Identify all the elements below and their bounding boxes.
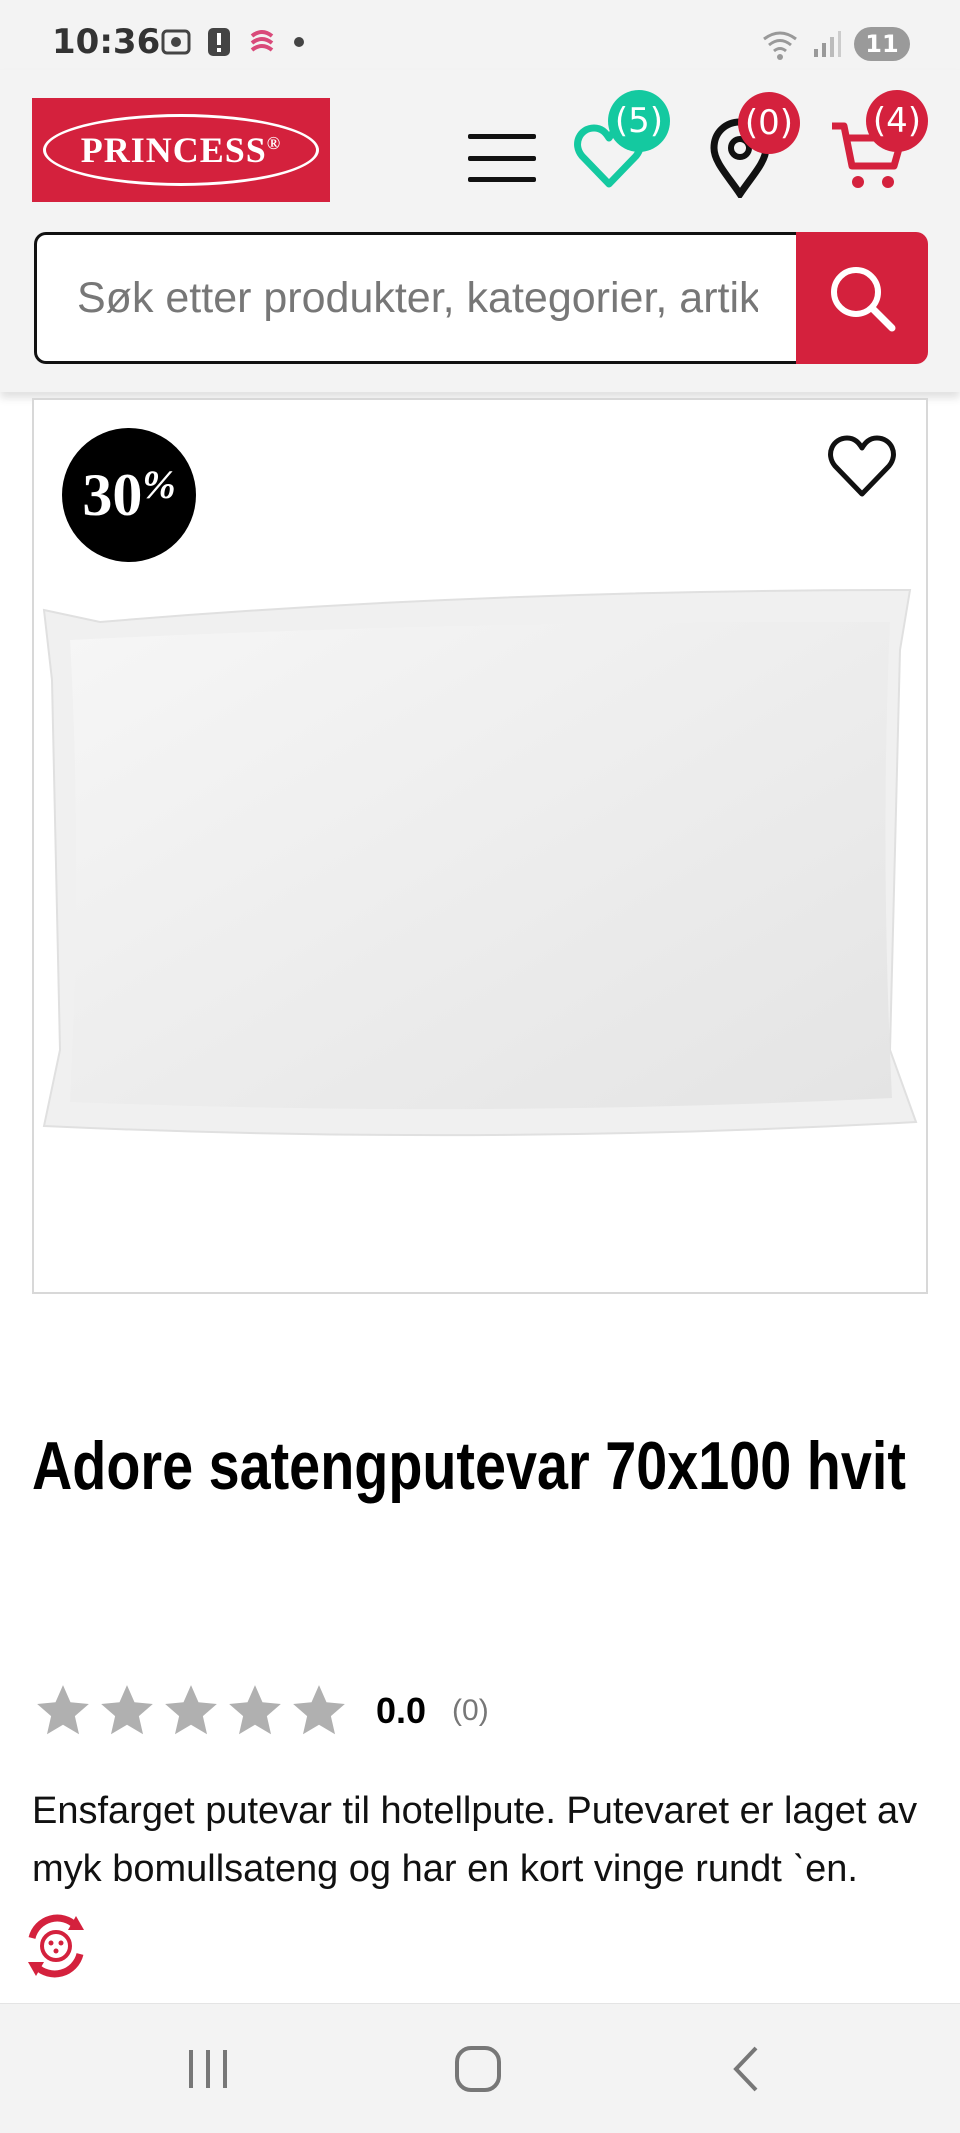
hamburger-icon-bar-bottom [468, 177, 536, 182]
rating-stars [32, 1680, 350, 1742]
recent-apps-icon [189, 2050, 227, 2088]
battery-indicator: 11 [854, 27, 910, 61]
back-button[interactable] [706, 2034, 786, 2104]
star-icon [293, 1685, 345, 1735]
hamburger-icon-bar-top [468, 134, 536, 139]
wifi-icon [763, 31, 797, 60]
wishlist-count-badge: (5) [608, 90, 670, 152]
rating-value: 0.0 [376, 1690, 427, 1731]
add-to-wishlist-heart-icon[interactable] [826, 432, 898, 500]
star-icon [229, 1685, 281, 1735]
product-image-pillow [42, 588, 918, 1137]
star-icon [37, 1685, 89, 1735]
product-title: Adore satengputevar 70x100 hvit [32, 1428, 906, 1504]
alert-icon [208, 28, 230, 56]
status-bar: 10:36 11 [0, 0, 960, 70]
back-icon [733, 2046, 758, 2092]
app-notification-icon [250, 30, 274, 52]
logo-text: PRINCESS [80, 130, 267, 170]
search-button[interactable] [796, 232, 928, 364]
cart-count-badge: (4) [866, 90, 928, 152]
discount-badge: 30% [62, 428, 196, 562]
status-time: 10:36 [52, 22, 161, 62]
search-input[interactable] [34, 232, 798, 364]
hamburger-menu-button[interactable] [466, 128, 538, 188]
screenshot-icon [161, 29, 191, 55]
dot-icon [294, 37, 304, 47]
recent-apps-button[interactable] [168, 2034, 248, 2104]
logo-registered-mark: ® [266, 132, 282, 153]
widget-icon [28, 1914, 84, 1978]
product-rating[interactable]: 0.0 (0) [32, 1676, 489, 1746]
status-system-icons: 11 [760, 24, 910, 64]
home-icon [455, 2046, 501, 2092]
status-notification-icons [160, 24, 306, 60]
hamburger-icon-bar-middle [468, 155, 536, 161]
site-header: PRINCESS ® (5) (0) (4) [0, 70, 960, 392]
home-button[interactable] [438, 2034, 518, 2104]
logo-oval: PRINCESS ® [43, 114, 319, 186]
star-icon [101, 1685, 153, 1735]
search-icon [831, 267, 896, 332]
stores-count-badge: (0) [738, 92, 800, 154]
discount-number: 30 [82, 461, 143, 528]
discount-percent: % [142, 461, 176, 507]
floating-chat-widget[interactable] [18, 1908, 94, 1984]
product-description: Ensfarget putevar til hotellpute. Puteva… [32, 1790, 918, 1890]
rating-count: (0) [452, 1694, 489, 1727]
signal-icon [814, 31, 841, 57]
product-image-card[interactable]: 30% [32, 398, 928, 1294]
system-navigation-bar [0, 2003, 960, 2133]
princess-logo[interactable]: PRINCESS ® [32, 98, 330, 202]
search-bar [34, 232, 928, 364]
star-icon [165, 1685, 217, 1735]
